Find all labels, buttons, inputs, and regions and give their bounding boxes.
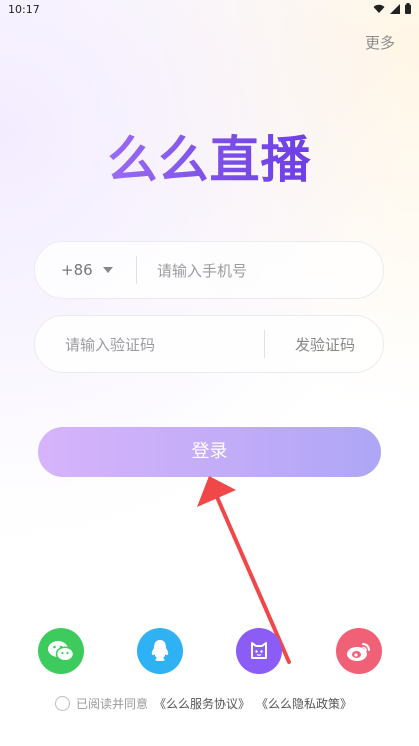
weibo-login-button[interactable] [336,628,382,674]
tv-mascot-icon [251,642,267,659]
bilibili-login-button[interactable] [236,628,282,674]
agreement-checkbox[interactable] [55,696,70,711]
weibo-icon [347,643,370,661]
service-agreement-link[interactable]: 《么么服务协议》 [154,695,250,712]
wechat-icon [48,641,75,662]
agreement-row: 已阅读并同意 《么么服务协议》 《么么隐私政策》 [55,695,352,712]
wechat-login-button[interactable] [38,628,84,674]
qq-login-button[interactable] [137,628,183,674]
agreement-prefix: 已阅读并同意 [76,697,149,711]
qq-icon [151,640,169,661]
privacy-policy-link[interactable]: 《么么隐私政策》 [256,695,352,712]
